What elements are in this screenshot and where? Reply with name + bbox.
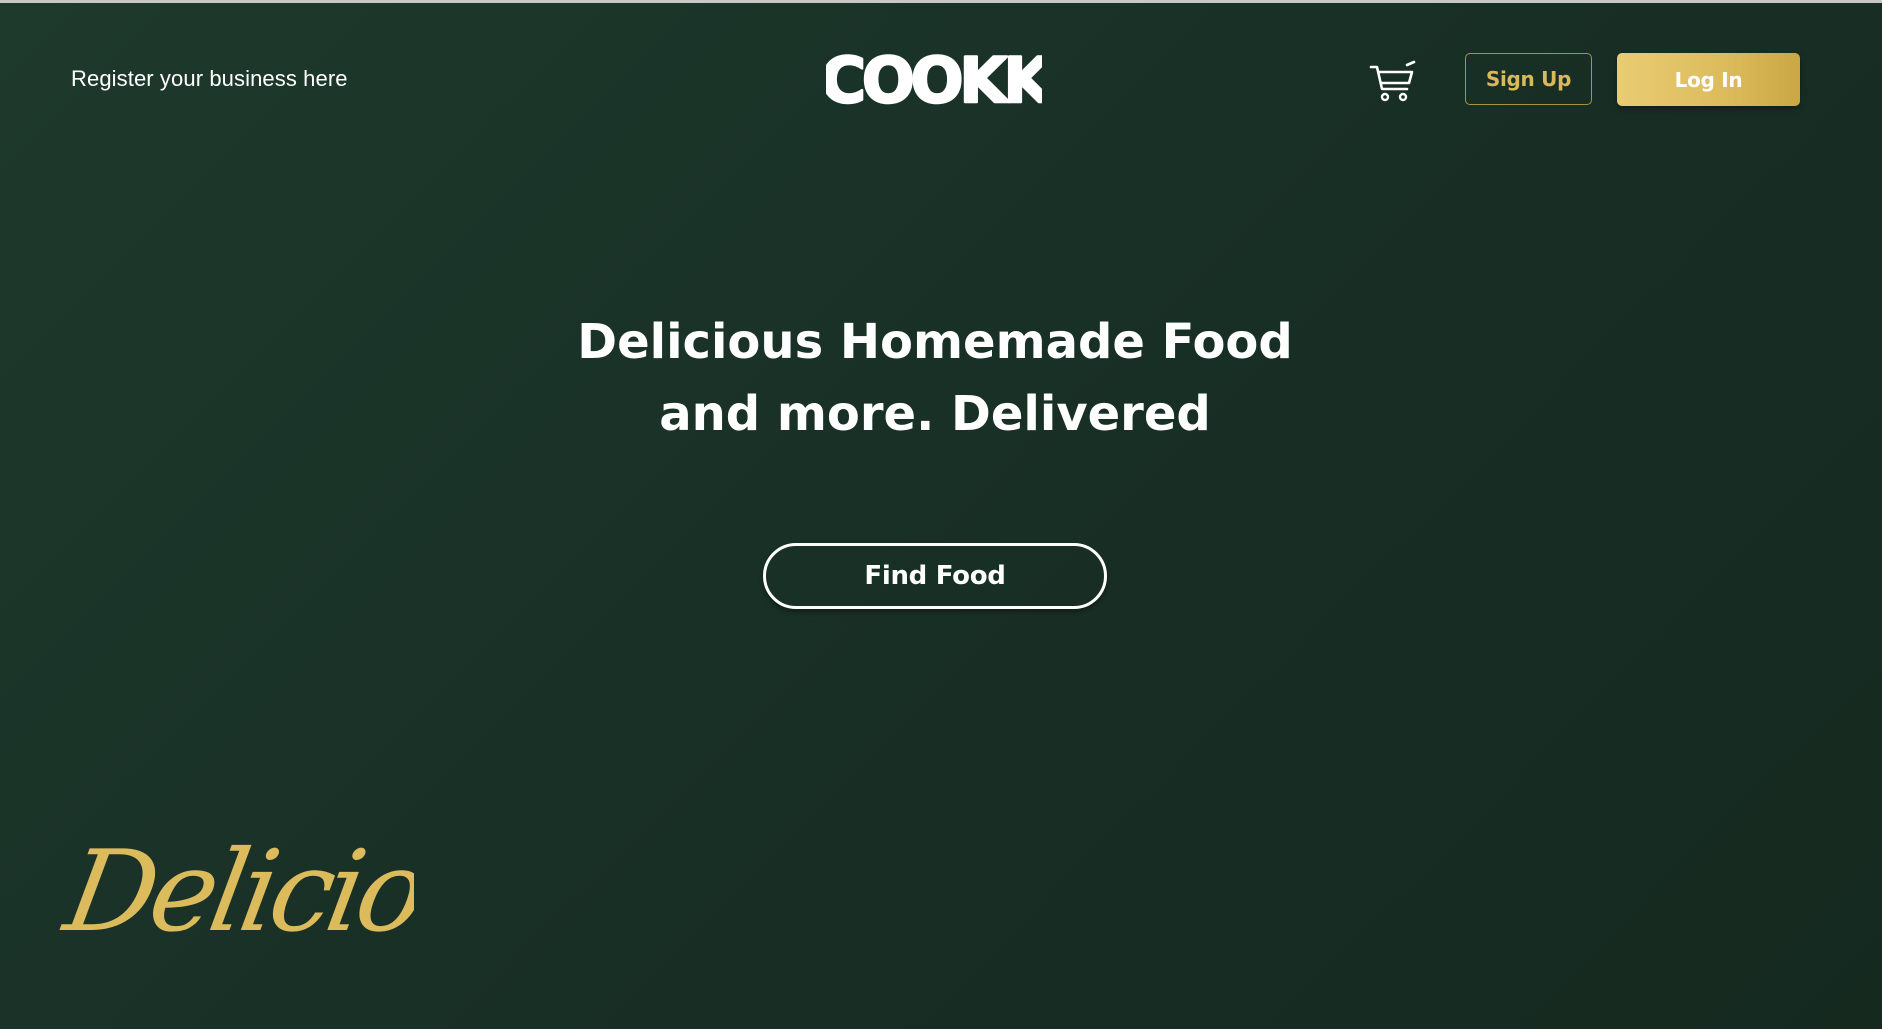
headline-line-1: Delicious Homemade Food [577, 314, 1293, 370]
headline-line-2: and more. Delivered [659, 386, 1211, 442]
cookk-logo[interactable]: COOKK [826, 46, 1042, 112]
sign-up-button[interactable]: Sign Up [1465, 53, 1592, 105]
register-business-link[interactable]: Register your business here [71, 66, 348, 92]
log-in-button[interactable]: Log In [1617, 53, 1800, 106]
logo-text: COOKK [826, 46, 1042, 112]
script-word-text: Delicious [54, 826, 414, 957]
hero-headline: Delicious Homemade Food and more. Delive… [491, 306, 1379, 450]
shopping-cart-icon [1369, 60, 1416, 102]
cart-button[interactable] [1368, 56, 1418, 106]
find-food-button[interactable]: Find Food [763, 543, 1107, 609]
delicious-script-decoration: Delicious [52, 812, 551, 962]
top-border [0, 0, 1882, 3]
